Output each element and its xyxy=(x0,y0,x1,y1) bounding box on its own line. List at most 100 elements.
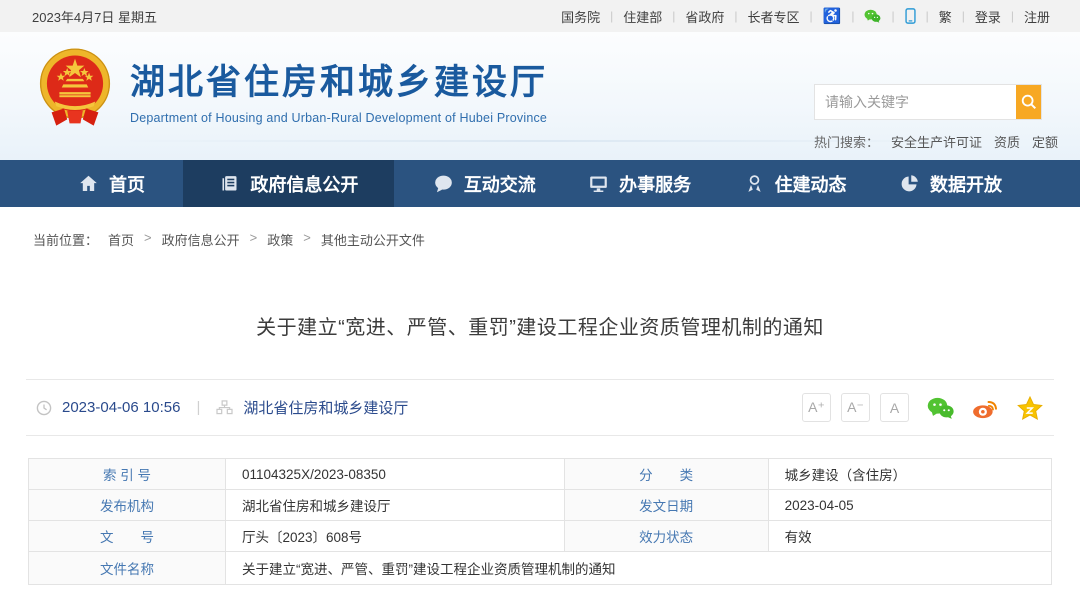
doc-number-value: 厅头〔2023〕608号 xyxy=(226,521,565,552)
font-reset-button[interactable]: A xyxy=(880,393,909,422)
traditional-chinese-toggle[interactable]: 繁 xyxy=(939,7,952,26)
breadcrumb: 当前位置： 首页 > 政府信息公开 > 政策 > 其他主动公开文件 xyxy=(0,207,1080,249)
nav-label: 数据开放 xyxy=(930,171,1002,197)
topbar-link-provincial-gov[interactable]: 省政府 xyxy=(685,7,724,26)
brand-text: 湖北省住房和城乡建设厅 Department of Housing and Ur… xyxy=(130,54,548,125)
divider: | xyxy=(672,9,675,23)
search-area: 热门搜索： 安全生产许可证 资质 定额 xyxy=(814,84,1042,151)
breadcrumb-item-policy[interactable]: 政策 xyxy=(267,230,293,249)
site-subtitle: Department of Housing and Urban-Rural De… xyxy=(130,111,548,125)
table-row: 发布机构 湖北省住房和城乡建设厅 发文日期 2023-04-05 xyxy=(29,490,1052,521)
nav-item-news[interactable]: 住建动态 xyxy=(730,160,861,207)
category-value: 城乡建设（含住房） xyxy=(768,459,1051,490)
divider: | xyxy=(1011,9,1014,23)
nav-label: 办事服务 xyxy=(619,171,691,197)
accessibility-icon[interactable]: ♿ xyxy=(823,9,842,24)
search-input[interactable] xyxy=(815,85,1016,119)
share-weibo-icon[interactable] xyxy=(972,396,999,420)
file-name-label: 文件名称 xyxy=(29,552,226,585)
breadcrumb-label: 当前位置： xyxy=(33,230,98,249)
nav-item-gov-info[interactable]: 政府信息公开 xyxy=(183,160,394,207)
hot-search-label: 热门搜索： xyxy=(814,132,879,151)
document-info-table: 索 引 号 01104325X/2023-08350 分 类 城乡建设（含住房）… xyxy=(28,458,1052,585)
chevron-separator: > xyxy=(250,230,258,249)
sitemap-icon xyxy=(216,400,233,415)
chevron-separator: > xyxy=(303,230,311,249)
register-link[interactable]: 注册 xyxy=(1024,7,1050,26)
nav-label: 首页 xyxy=(109,171,145,197)
wechat-icon[interactable] xyxy=(864,9,881,23)
divider: | xyxy=(962,9,965,23)
doc-number-label: 文 号 xyxy=(29,521,226,552)
table-row: 文件名称 关于建立“宽进、严管、重罚”建设工程企业资质管理机制的通知 xyxy=(29,552,1052,585)
validity-status-label: 效力状态 xyxy=(564,521,768,552)
issue-date-label: 发文日期 xyxy=(564,490,768,521)
favorite-star-icon[interactable] xyxy=(1017,396,1044,420)
nav-item-interaction[interactable]: 互动交流 xyxy=(419,160,550,207)
chat-bubble-icon xyxy=(433,173,454,194)
table-row: 索 引 号 01104325X/2023-08350 分 类 城乡建设（含住房） xyxy=(29,459,1052,490)
table-row: 文 号 厅头〔2023〕608号 效力状态 有效 xyxy=(29,521,1052,552)
chevron-separator: > xyxy=(144,230,152,249)
article-title: 关于建立“宽进、严管、重罚”建设工程企业资质管理机制的通知 xyxy=(0,311,1080,340)
mobile-phone-icon[interactable] xyxy=(905,8,916,24)
search-button[interactable] xyxy=(1016,85,1041,119)
pie-chart-icon xyxy=(899,173,920,194)
font-decrease-button[interactable]: A⁻ xyxy=(841,393,870,422)
main-nav: 首页 政府信息公开 互动交流 xyxy=(0,160,1080,207)
home-icon xyxy=(78,173,99,194)
topbar: 2023年4月7日 星期五 国务院 | 住建部 | 省政府 | 长者专区 | ♿… xyxy=(0,0,1080,32)
divider: | xyxy=(610,9,613,23)
file-name-value: 关于建立“宽进、严管、重罚”建设工程企业资质管理机制的通知 xyxy=(226,552,1052,585)
hot-search-link-qualification[interactable]: 资质 xyxy=(994,132,1020,151)
site-brand: 湖北省住房和城乡建设厅 Department of Housing and Ur… xyxy=(36,46,548,132)
hot-search-row: 热门搜索： 安全生产许可证 资质 定额 xyxy=(814,132,1042,151)
article-meta-left: 2023-04-06 10:56 | 湖北省住房和城乡建设厅 xyxy=(36,397,408,418)
nav-item-services[interactable]: 办事服务 xyxy=(574,160,705,207)
breadcrumb-item-gov-info[interactable]: 政府信息公开 xyxy=(162,230,240,249)
monitor-icon xyxy=(588,173,609,194)
publish-time: 2023-04-06 10:56 xyxy=(62,399,180,416)
divider: | xyxy=(891,9,894,23)
topbar-links: 国务院 | 住建部 | 省政府 | 长者专区 | ♿ | | | xyxy=(561,7,1050,26)
issuing-agency-value: 湖北省住房和城乡建设厅 xyxy=(226,490,565,521)
nav-item-open-data[interactable]: 数据开放 xyxy=(885,160,1016,207)
site-title: 湖北省住房和城乡建设厅 xyxy=(130,54,548,105)
nav-item-home[interactable]: 首页 xyxy=(64,160,159,207)
breadcrumb-item-other-docs[interactable]: 其他主动公开文件 xyxy=(321,230,425,249)
divider: | xyxy=(734,9,737,23)
nav-label: 政府信息公开 xyxy=(250,171,358,197)
nav-label: 住建动态 xyxy=(775,171,847,197)
share-wechat-icon[interactable] xyxy=(927,396,954,420)
document-icon xyxy=(219,173,240,194)
national-emblem-logo xyxy=(36,46,114,132)
nav-label: 互动交流 xyxy=(464,171,536,197)
topbar-date: 2023年4月7日 星期五 xyxy=(32,7,157,26)
article-meta-tools: A⁺ A⁻ A xyxy=(802,393,1044,422)
topbar-link-mohurd[interactable]: 住建部 xyxy=(623,7,662,26)
category-label: 分 类 xyxy=(564,459,768,490)
hot-search-link-safety-license[interactable]: 安全生产许可证 xyxy=(891,132,982,151)
topbar-link-senior-zone[interactable]: 长者专区 xyxy=(748,7,800,26)
search-icon xyxy=(1020,93,1038,111)
font-increase-button[interactable]: A⁺ xyxy=(802,393,831,422)
issuing-agency-label: 发布机构 xyxy=(29,490,226,521)
article-meta-row: 2023-04-06 10:56 | 湖北省住房和城乡建设厅 A⁺ A⁻ A xyxy=(26,379,1054,436)
clock-icon xyxy=(36,400,52,416)
topbar-link-state-council[interactable]: 国务院 xyxy=(561,7,600,26)
breadcrumb-item-home[interactable]: 首页 xyxy=(108,230,134,249)
validity-status-value: 有效 xyxy=(768,521,1051,552)
issue-date-value: 2023-04-05 xyxy=(768,490,1051,521)
person-badge-icon xyxy=(744,173,765,194)
login-link[interactable]: 登录 xyxy=(975,7,1001,26)
index-number-label: 索 引 号 xyxy=(29,459,226,490)
search-box xyxy=(814,84,1042,120)
site-header: 湖北省住房和城乡建设厅 Department of Housing and Ur… xyxy=(0,32,1080,160)
article-source: 湖北省住房和城乡建设厅 xyxy=(243,397,408,418)
divider: | xyxy=(926,9,929,23)
index-number-value: 01104325X/2023-08350 xyxy=(226,459,565,490)
hot-search-link-quota[interactable]: 定额 xyxy=(1032,132,1058,151)
divider: | xyxy=(196,399,200,416)
divider: | xyxy=(851,9,854,23)
divider: | xyxy=(810,9,813,23)
